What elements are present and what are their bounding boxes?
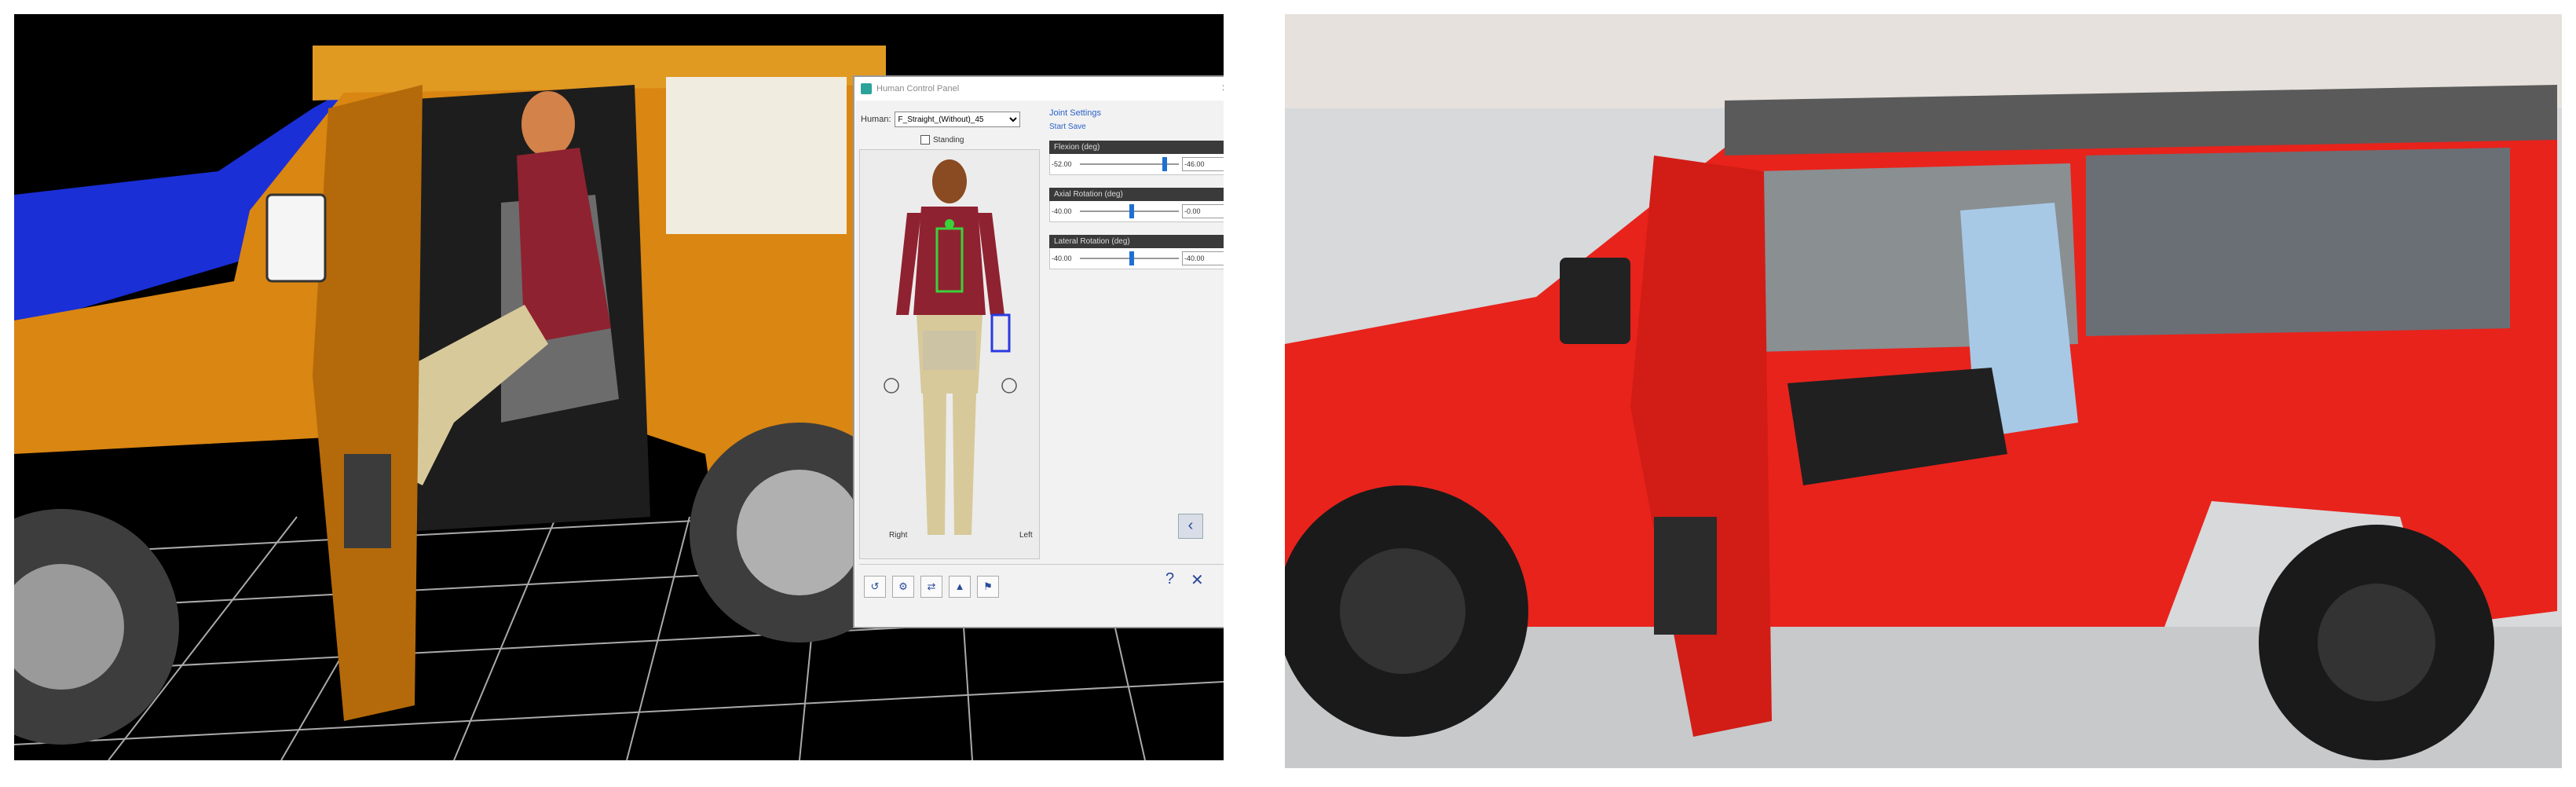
simulation-viewport[interactable]: Human Control Panel × Human: F_Straight_… xyxy=(14,14,1224,760)
red-side-mirror xyxy=(1560,258,1630,344)
human-select[interactable]: F_Straight_(Without)_45 xyxy=(894,112,1020,127)
red-door-handle-panel xyxy=(1654,517,1717,635)
standing-label: Standing xyxy=(933,135,964,145)
human-label: Human: xyxy=(861,115,891,124)
axial-rotation-slider[interactable] xyxy=(1080,204,1179,218)
posture-tool-1-icon[interactable]: ↺ xyxy=(864,576,886,598)
vehicle-rear-window xyxy=(666,77,847,234)
standing-checkbox[interactable] xyxy=(920,135,930,145)
standing-checkbox-row[interactable]: Standing xyxy=(920,135,964,145)
axial-rotation-input[interactable] xyxy=(1182,204,1224,218)
human-control-panel: Human Control Panel × Human: F_Straight_… xyxy=(853,75,1224,628)
right-rotate-icon[interactable] xyxy=(884,378,899,394)
lateral-rotation-group: Lateral Rotation (deg) -40.00 xyxy=(1049,235,1224,269)
panel-title: Human Control Panel xyxy=(876,84,960,93)
left-label: Left xyxy=(1019,531,1033,540)
question-icon[interactable]: ? xyxy=(1165,570,1174,588)
open-door xyxy=(313,85,423,721)
lateral-rotation-thumb[interactable] xyxy=(1129,251,1134,265)
flexion-group: Flexion (deg) -52.00 xyxy=(1049,141,1224,175)
axial-rotation-min: -40.00 xyxy=(1052,207,1072,215)
manikin-figure[interactable] xyxy=(860,150,1039,558)
rear-wheel-rim xyxy=(737,470,862,595)
flexion-input[interactable] xyxy=(1182,157,1224,171)
red-rear-rim xyxy=(2318,584,2435,701)
posture-tool-3-icon[interactable]: ⇄ xyxy=(920,576,942,598)
lateral-rotation-header: Lateral Rotation (deg) xyxy=(1049,235,1224,248)
wrist-joint-selector[interactable] xyxy=(990,313,1011,353)
axial-rotation-thumb[interactable] xyxy=(1129,204,1134,218)
joint-settings-title: Joint Settings xyxy=(1049,108,1102,118)
flexion-thumb[interactable] xyxy=(1162,157,1167,171)
app-icon xyxy=(861,83,872,94)
chevron-left-icon[interactable]: ‹ xyxy=(1178,514,1203,539)
axial-rotation-group: Axial Rotation (deg) -40.00 xyxy=(1049,188,1224,222)
panel-titlebar: Human Control Panel × xyxy=(854,77,1224,101)
left-rotate-icon[interactable] xyxy=(1001,378,1017,394)
side-mirror xyxy=(265,193,327,283)
rear-side-window xyxy=(2086,148,2510,336)
figure-left-leg[interactable] xyxy=(953,394,976,535)
right-label: Right xyxy=(889,531,908,540)
red-front-rim xyxy=(1340,548,1465,674)
lateral-rotation-slider[interactable] xyxy=(1080,251,1179,265)
joint-settings-column: Joint Settings Start Save Flexion (deg) … xyxy=(1049,108,1224,282)
posture-tool-2-icon[interactable]: ⚙ xyxy=(892,576,914,598)
lateral-rotation-min: -40.00 xyxy=(1052,254,1072,262)
lateral-rotation-slider-row: -40.00 xyxy=(1049,248,1224,269)
posture-tool-5-icon[interactable]: ⚑ xyxy=(977,576,999,598)
close-icon[interactable]: ✕ xyxy=(1191,570,1204,590)
axial-rotation-header: Axial Rotation (deg) xyxy=(1049,188,1224,201)
flexion-slider-row: -52.00 xyxy=(1049,154,1224,175)
flexion-min: -52.00 xyxy=(1052,160,1072,168)
human-selector-row: Human: F_Straight_(Without)_45 xyxy=(861,112,1020,127)
figure-right-leg[interactable] xyxy=(923,394,946,535)
flexion-slider[interactable] xyxy=(1080,157,1179,171)
red-suv-photo xyxy=(1285,14,2562,768)
flexion-header: Flexion (deg) xyxy=(1049,141,1224,154)
axial-rotation-slider-row: -40.00 xyxy=(1049,201,1224,222)
figure-head xyxy=(932,159,967,203)
lateral-rotation-input[interactable] xyxy=(1182,251,1224,265)
close-icon[interactable]: × xyxy=(1222,82,1224,96)
posture-tool-4-icon[interactable]: ▲ xyxy=(949,576,971,598)
manikin-figure-area[interactable] xyxy=(859,149,1040,559)
door-handle-panel xyxy=(344,454,391,548)
neck-joint-selector[interactable] xyxy=(945,219,954,229)
start-save-links[interactable]: Start Save xyxy=(1049,123,1224,131)
physical-vehicle-photo xyxy=(1285,14,2562,768)
manikin-head xyxy=(521,91,575,157)
pelvis-joint-selector[interactable] xyxy=(923,331,976,370)
